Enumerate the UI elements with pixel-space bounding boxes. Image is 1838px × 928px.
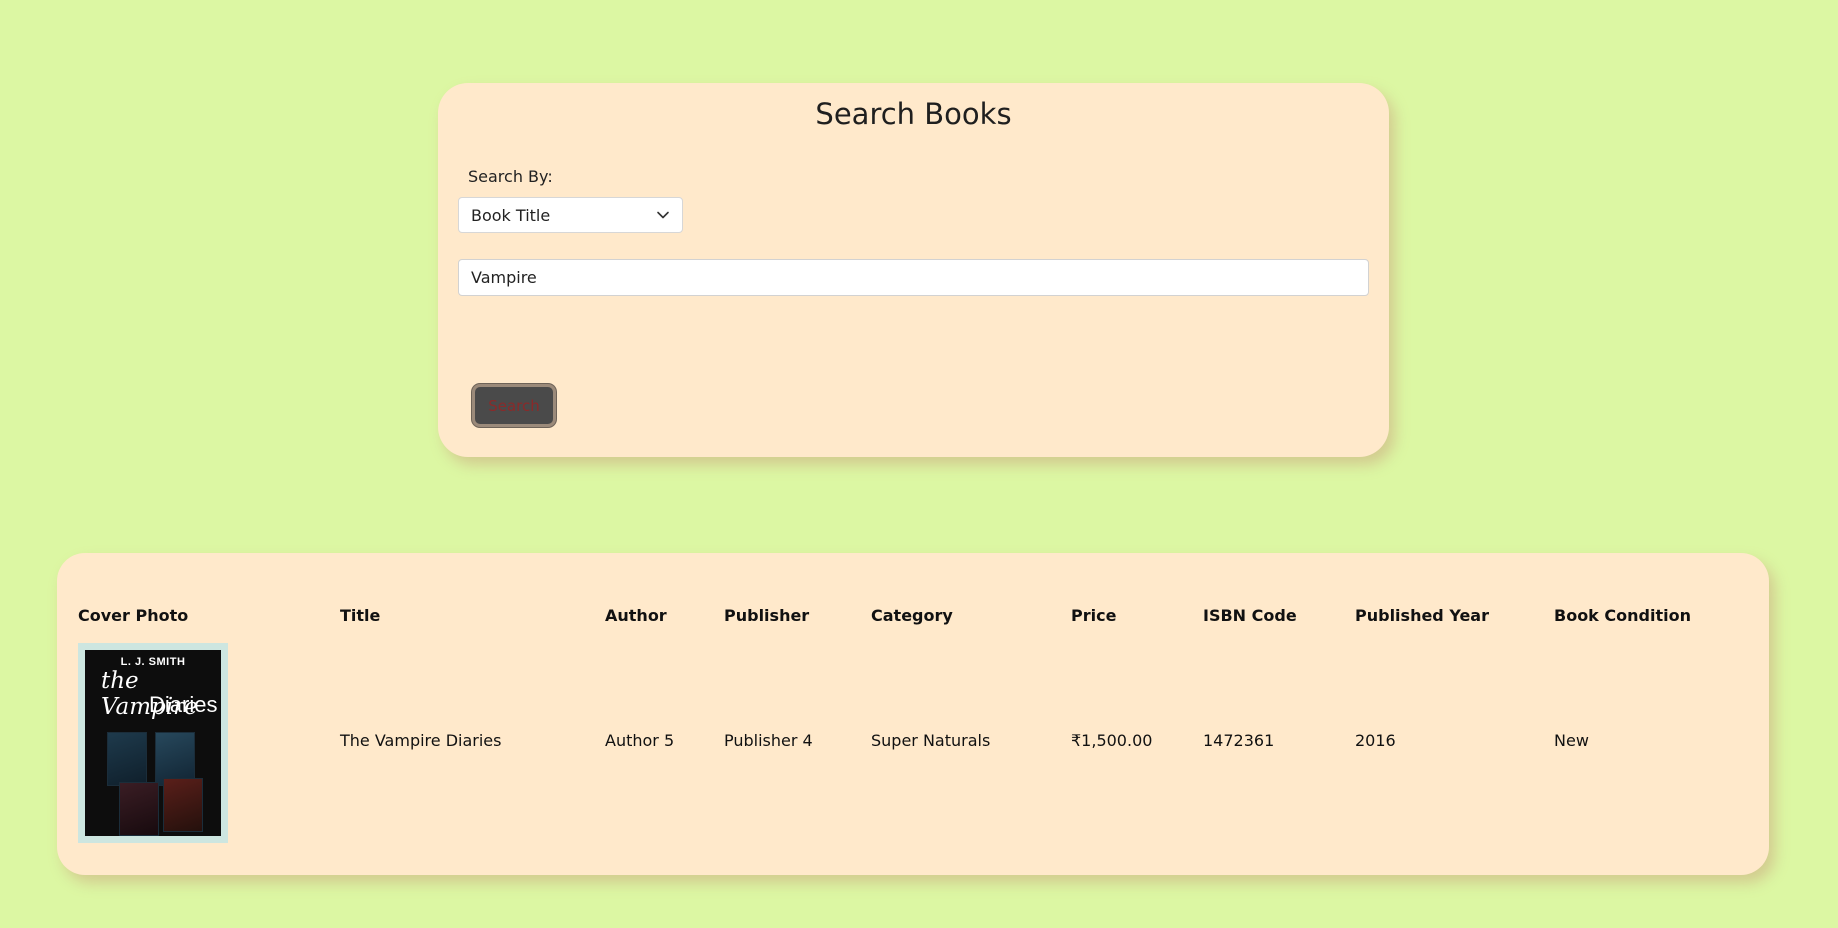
search-by-select[interactable]: Book Title — [458, 197, 683, 233]
header-category: Category — [871, 605, 953, 625]
cell-category: Super Naturals — [871, 730, 991, 750]
cell-year: 2016 — [1355, 730, 1396, 750]
cover-mini-book — [107, 732, 147, 786]
cell-title: The Vampire Diaries — [340, 730, 502, 750]
header-price: Price — [1071, 605, 1117, 625]
cell-price: ₹1,500.00 — [1071, 730, 1153, 750]
cell-condition: New — [1554, 730, 1589, 750]
cover-mini-book — [163, 778, 203, 832]
search-button[interactable]: Search — [472, 384, 556, 427]
search-card: Search Books Search By: Book Title Searc… — [438, 83, 1389, 457]
search-input[interactable] — [458, 259, 1369, 296]
header-author: Author — [605, 605, 667, 625]
page-title: Search Books — [815, 97, 1012, 131]
cover-cell: L. J. SMITH the Vampire Diaries — [78, 635, 340, 845]
header-title: Title — [340, 605, 381, 625]
header-published-year: Published Year — [1355, 605, 1489, 625]
table-header-row: Cover Photo Title Author Publisher Categ… — [78, 595, 1754, 635]
cover-mini-book — [119, 782, 159, 836]
header-book-condition: Book Condition — [1554, 605, 1691, 625]
chevron-down-icon — [657, 211, 669, 219]
header-isbn: ISBN Code — [1203, 605, 1297, 625]
cell-isbn: 1472361 — [1203, 730, 1275, 750]
header-publisher: Publisher — [724, 605, 810, 625]
results-table: Cover Photo Title Author Publisher Categ… — [78, 595, 1754, 845]
search-by-select-value: Book Title — [471, 205, 551, 225]
table-row: L. J. SMITH the Vampire Diaries The Vamp… — [78, 635, 1754, 845]
cell-author: Author 5 — [605, 730, 675, 750]
cover-title-line2: Diaries — [149, 692, 218, 717]
results-card: Cover Photo Title Author Publisher Categ… — [57, 553, 1769, 875]
book-cover-art: L. J. SMITH the Vampire Diaries — [85, 650, 221, 836]
cover-author-text: L. J. SMITH — [120, 656, 186, 668]
header-cover-photo: Cover Photo — [78, 605, 189, 625]
search-by-label: Search By: — [468, 167, 553, 186]
book-cover-image: L. J. SMITH the Vampire Diaries — [78, 643, 228, 843]
cell-publisher: Publisher 4 — [724, 730, 813, 750]
